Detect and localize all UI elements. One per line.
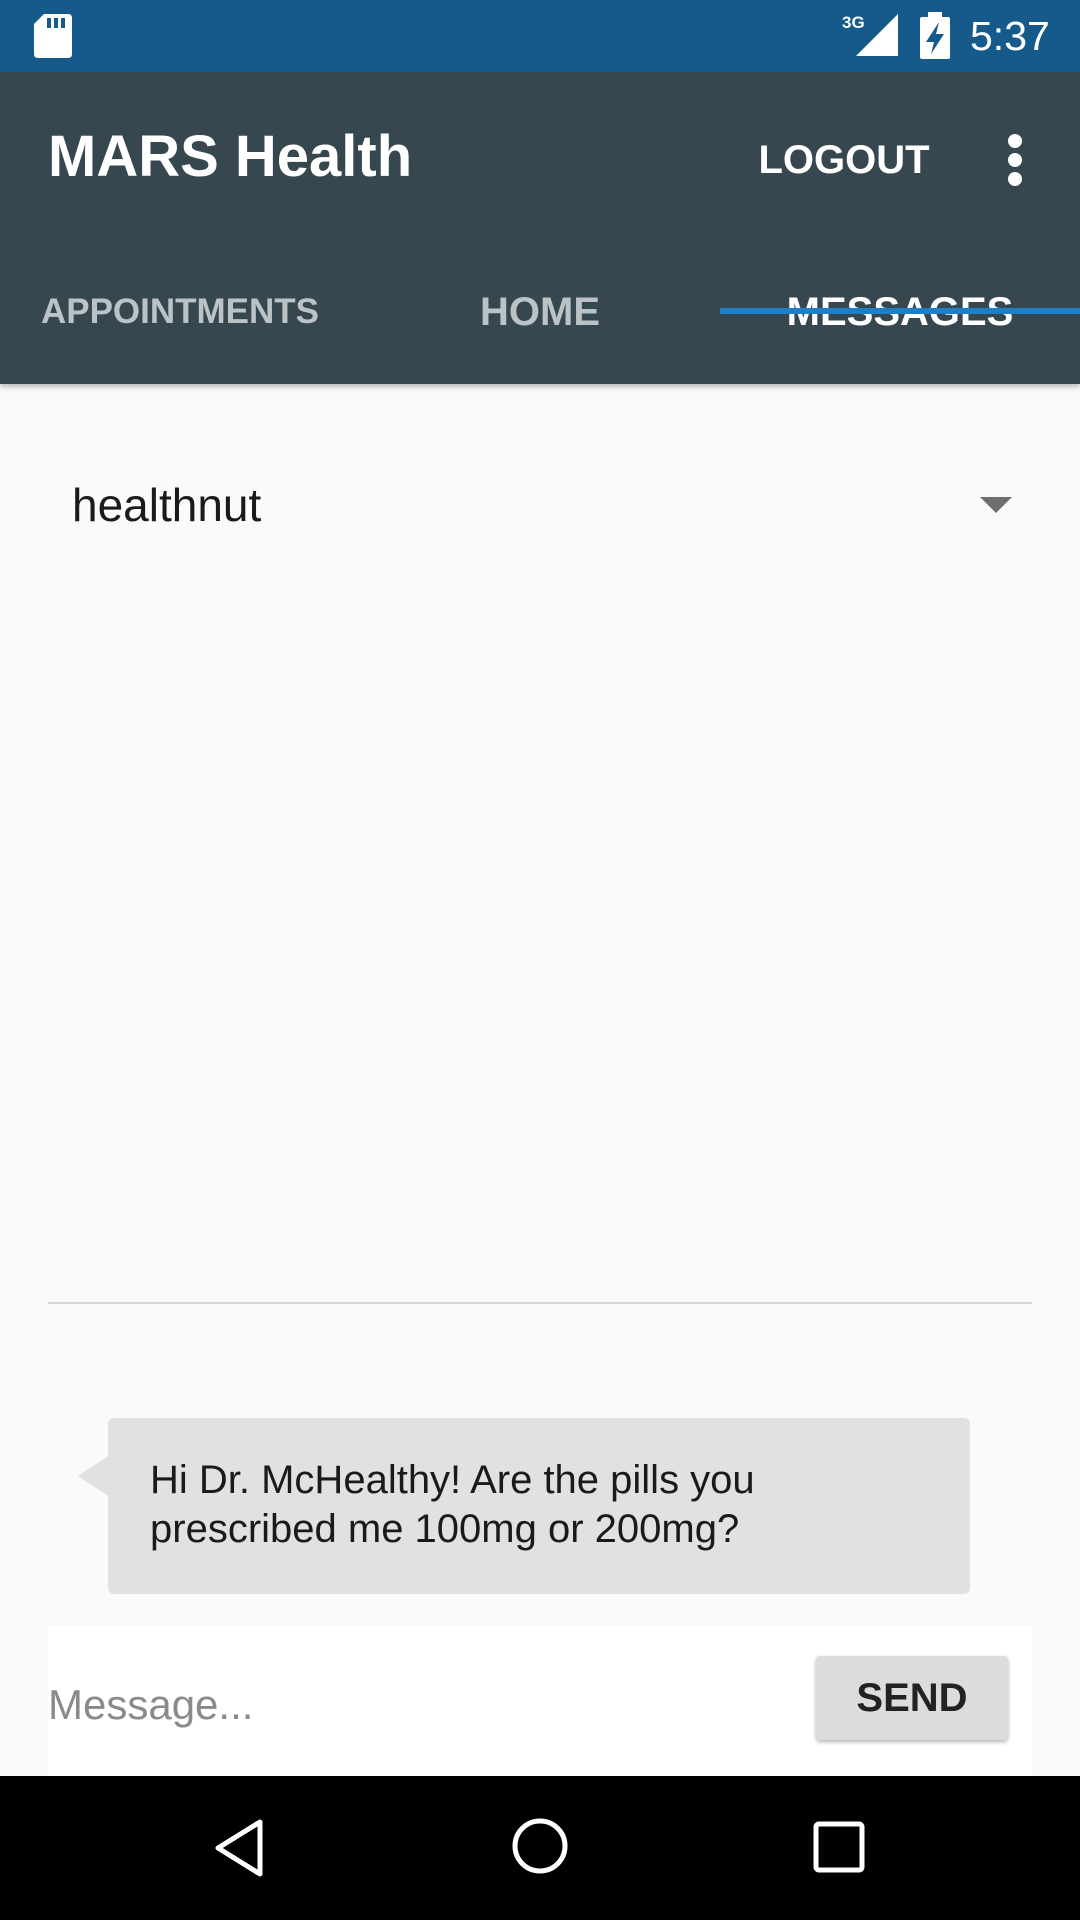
overflow-dot bbox=[1008, 153, 1022, 167]
status-bar: 3G 5:37 bbox=[0, 0, 1080, 72]
home-icon[interactable] bbox=[508, 1814, 572, 1878]
recipient-value: healthnut bbox=[72, 479, 262, 531]
more-vert-icon[interactable] bbox=[980, 122, 1050, 198]
network-type-label: 3G bbox=[842, 13, 865, 32]
message-composer: SEND bbox=[48, 1626, 1032, 1776]
send-button[interactable]: SEND bbox=[816, 1656, 1008, 1740]
signal-icon: 3G bbox=[842, 13, 898, 56]
dropdown-arrow-icon bbox=[980, 497, 1012, 513]
tab-appointments[interactable]: APPOINTMENTS bbox=[0, 240, 360, 384]
app-title: MARS Health bbox=[48, 124, 413, 189]
back-icon[interactable] bbox=[210, 1816, 274, 1880]
message-text: Hi Dr. McHealthy! Are the pills you pres… bbox=[150, 1458, 755, 1551]
logout-button[interactable]: LOGOUT bbox=[750, 128, 938, 192]
recipient-spinner[interactable]: healthnut bbox=[48, 455, 1032, 555]
status-time: 5:37 bbox=[970, 13, 1050, 59]
bubble-tail bbox=[78, 1456, 108, 1496]
message-input[interactable] bbox=[48, 1668, 788, 1742]
nav-bar bbox=[0, 1776, 1080, 1920]
battery-icon bbox=[920, 12, 950, 59]
tab-indicator bbox=[720, 308, 1080, 314]
sd-card-icon bbox=[34, 14, 72, 58]
divider bbox=[48, 1302, 1032, 1304]
tab-home[interactable]: HOME bbox=[360, 240, 720, 384]
overflow-dot bbox=[1008, 134, 1022, 148]
screen: 3G 5:37 MARS Health LOGOUT APPOINTMENTS … bbox=[0, 0, 1080, 1920]
overflow-dot bbox=[1008, 172, 1022, 186]
recents-icon[interactable] bbox=[808, 1816, 872, 1880]
app-bar: MARS Health LOGOUT APPOINTMENTS HOME MES… bbox=[0, 72, 1080, 384]
message-bubble: Hi Dr. McHealthy! Are the pills you pres… bbox=[108, 1418, 970, 1594]
